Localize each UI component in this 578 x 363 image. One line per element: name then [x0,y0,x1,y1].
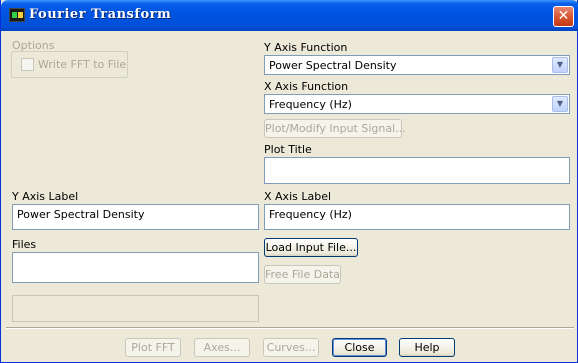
plot-modify-input-signal-button[interactable]: Plot/Modify Input Signal... [264,119,406,138]
y-axis-function-dropdown[interactable]: Power Spectral Density ▼ [264,55,570,75]
plot-fft-button[interactable]: Plot FFT [125,338,181,357]
close-icon: ✕ [557,8,570,24]
write-fft-checkbox[interactable] [21,58,34,71]
close-button[interactable]: Close [332,338,387,357]
x-axis-label-label: X Axis Label [264,190,332,203]
status-field [12,295,259,322]
curves-button[interactable]: Curves... [263,338,319,357]
plot-title-input[interactable] [264,157,570,184]
chevron-down-icon[interactable]: ▼ [552,57,568,73]
plot-title-label: Plot Title [264,143,312,156]
x-axis-label-input[interactable]: Frequency (Hz) [264,204,570,230]
y-axis-function-label: Y Axis Function [264,41,348,54]
free-file-data-button[interactable]: Free File Data [264,265,341,284]
axes-button[interactable]: Axes... [194,338,250,357]
load-input-file-button[interactable]: Load Input File... [264,238,358,257]
files-list[interactable] [12,252,259,283]
files-label: Files [12,238,37,251]
write-fft-label: Write FFT to File [38,58,127,71]
y-axis-label-label: Y Axis Label [12,190,79,203]
x-axis-function-label: X Axis Function [264,80,349,93]
x-axis-function-value: Frequency (Hz) [269,98,352,111]
title-bar[interactable]: Fourier Transform ✕ [1,0,578,31]
y-axis-function-value: Power Spectral Density [269,59,397,72]
app-icon [9,8,25,22]
chevron-down-icon[interactable]: ▼ [552,96,568,112]
x-axis-function-dropdown[interactable]: Frequency (Hz) ▼ [264,94,570,114]
help-button[interactable]: Help [399,338,455,357]
y-axis-label-input[interactable]: Power Spectral Density [12,204,259,230]
fourier-transform-dialog: Fourier Transform ✕ Options Write FFT to… [0,0,578,363]
separator [6,327,574,329]
close-window-button[interactable]: ✕ [553,6,574,27]
window-title: Fourier Transform [29,7,172,22]
